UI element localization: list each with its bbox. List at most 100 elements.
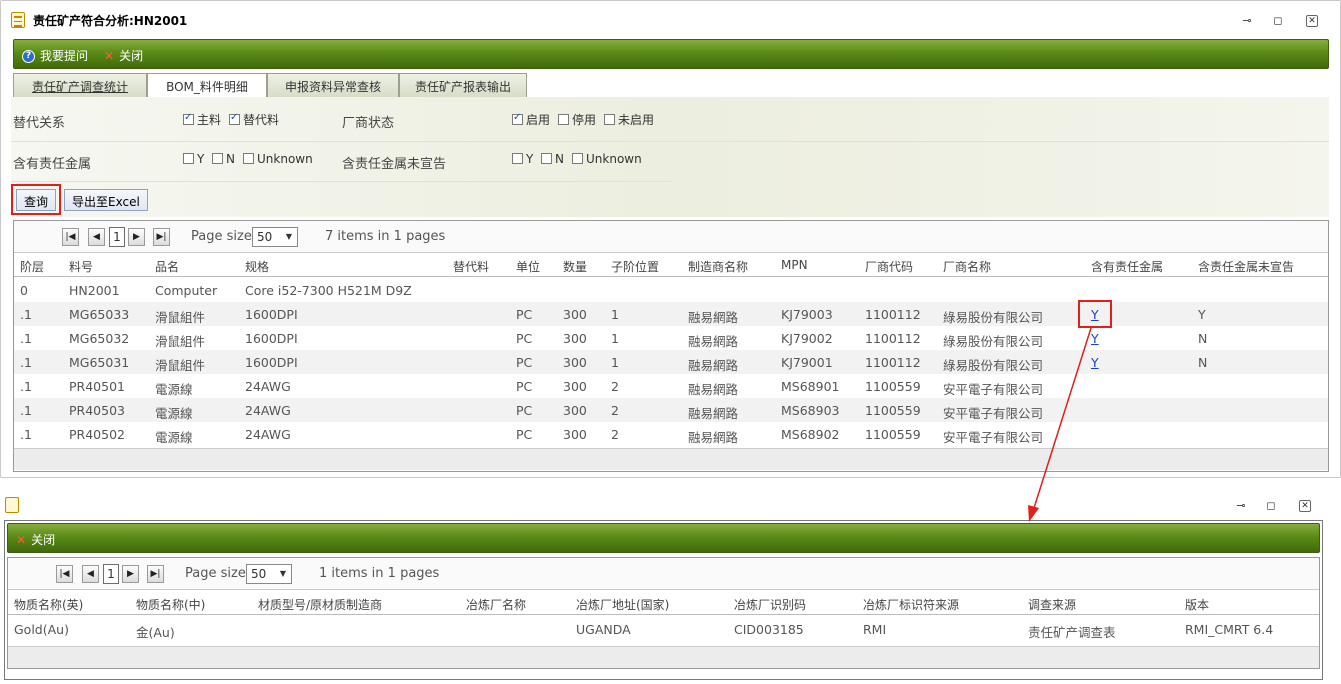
column-header[interactable]: 料号	[69, 258, 93, 275]
tab-declaration-check[interactable]: 申报资料异常查核	[267, 73, 399, 97]
tab-bom-details[interactable]: BOM_料件明细	[147, 73, 267, 98]
substitute-label: 替代关系	[13, 116, 66, 131]
undeclared-y-checkbox[interactable]: Y	[512, 152, 533, 166]
column-header[interactable]: 冶炼厂名称	[466, 596, 526, 613]
column-header[interactable]: 冶炼厂地址(国家)	[576, 596, 669, 613]
pin-icon[interactable]: ⊸	[1241, 15, 1253, 27]
table-row[interactable]: Gold(Au) 金(Au) UGANDA CID003185 RMI 责任矿产…	[8, 617, 1319, 641]
table-row[interactable]: 0 HN2001 Computer Core i52-7300 H521M D9Z	[14, 278, 1328, 302]
cell: 綠易股份有限公司	[943, 358, 1044, 373]
cell: PC	[516, 331, 533, 346]
table-row[interactable]: .1 PR40501 電源線 24AWG PC 300 2 融易網路 MS68901 110055…	[14, 374, 1328, 398]
column-header[interactable]: 替代料	[453, 258, 489, 275]
metal-link[interactable]: Y	[1091, 331, 1099, 346]
table-row[interactable]: .1 MG65033 滑鼠組件 1600DPI PC 300 1 融易網路 KJ79003 110…	[14, 302, 1328, 326]
grid-footer	[8, 646, 1319, 668]
close-window-icon[interactable]: ✕	[1306, 15, 1318, 27]
column-header[interactable]: 品名	[155, 258, 179, 275]
column-header[interactable]: 物质名称(英)	[14, 596, 83, 613]
cell: 1100112	[865, 355, 921, 370]
table-row[interactable]: .1 MG65032 滑鼠組件 1600DPI PC 300 1 融易網路 KJ79002 110…	[14, 326, 1328, 350]
page-size-select[interactable]: 50 ▼	[252, 227, 298, 247]
substitute-checkbox[interactable]: 替代料	[229, 111, 279, 128]
checkbox-icon	[243, 153, 254, 164]
column-header[interactable]: 单位	[516, 258, 540, 275]
column-header[interactable]: 冶炼厂识别码	[734, 596, 806, 613]
column-header[interactable]: 制造商名称	[688, 258, 748, 275]
close-window-icon[interactable]: ✕	[1299, 500, 1311, 512]
maximize-icon[interactable]: ◻	[1265, 500, 1277, 512]
column-header[interactable]: 数量	[563, 258, 587, 275]
column-header[interactable]: 含责任金属未宣告	[1198, 258, 1294, 275]
cell: PC	[516, 427, 533, 442]
main-checkbox[interactable]: 主料	[183, 111, 221, 128]
cell: 300	[563, 331, 587, 346]
cell: 滑鼠組件	[155, 358, 206, 373]
column-header[interactable]: 冶炼厂标识符来源	[863, 596, 959, 613]
export-excel-button[interactable]: 导出至Excel	[64, 189, 148, 211]
last-page-icon[interactable]: ▶|	[153, 228, 170, 246]
cell: 1100559	[865, 379, 921, 394]
metal-unknown-checkbox[interactable]: Unknown	[243, 152, 313, 166]
table-row[interactable]: .1 PR40502 電源線 24AWG PC 300 2 融易網路 MS68902 110055…	[14, 422, 1328, 446]
cell: 綠易股份有限公司	[943, 334, 1044, 349]
column-header[interactable]: 阶层	[20, 258, 44, 275]
close-button[interactable]: ✕ 关闭	[16, 531, 55, 548]
metal-n-checkbox[interactable]: N	[212, 152, 235, 166]
maximize-icon[interactable]: ◻	[1272, 15, 1284, 27]
cell: N	[1198, 355, 1208, 370]
bom-grid: |◀ ◀ 1 ▶ ▶| Page size: 50 ▼ 7 items in 1 …	[13, 220, 1329, 472]
page-number[interactable]: 1	[103, 564, 119, 584]
table-row[interactable]: .1 PR40503 電源線 24AWG PC 300 2 融易網路 MS68903 110055…	[14, 398, 1328, 422]
page-number[interactable]: 1	[109, 227, 125, 247]
prev-page-icon[interactable]: ◀	[82, 565, 99, 583]
not-enabled-checkbox[interactable]: 未启用	[604, 111, 654, 128]
cell: 0	[20, 283, 28, 298]
undeclared-unknown-checkbox[interactable]: Unknown	[572, 152, 642, 166]
enabled-checkbox[interactable]: 启用	[512, 111, 550, 128]
column-header[interactable]: 调查来源	[1028, 596, 1076, 613]
column-header[interactable]: 厂商名称	[943, 258, 991, 275]
last-page-icon[interactable]: ▶|	[147, 565, 164, 583]
column-header[interactable]: 厂商代码	[865, 258, 913, 275]
main-window: 责任矿产符合分析:HN2001 ⊸ ◻ ✕ ? 我要提问 ✕ 关闭 责任矿产调查统计…	[0, 0, 1341, 478]
tab-survey-stats[interactable]: 责任矿产调查统计	[13, 73, 147, 97]
checkbox-label: 未启用	[618, 113, 655, 127]
checkbox-label: 启用	[526, 113, 551, 127]
column-header[interactable]: 材质型号/原材质制造商	[258, 596, 382, 613]
cell: 1	[611, 307, 619, 322]
cell: Y	[1198, 307, 1206, 322]
highlight-box	[1078, 300, 1112, 328]
cell: KJ79003	[781, 307, 833, 322]
metal-link[interactable]: Y	[1091, 355, 1099, 370]
pin-icon[interactable]: ⊸	[1235, 500, 1247, 512]
metal-y-checkbox[interactable]: Y	[183, 152, 204, 166]
tab-report-output[interactable]: 责任矿产报表输出	[399, 73, 527, 97]
cell: 1100559	[865, 427, 921, 442]
column-header[interactable]: 版本	[1185, 596, 1209, 613]
column-header[interactable]: 子阶位置	[611, 258, 659, 275]
undeclared-label: 含责任金属未宣告	[342, 157, 447, 172]
metal-grid: |◀ ◀ 1 ▶ ▶| Page size: 50 ▼ 1 items in 1 …	[7, 557, 1320, 669]
column-header[interactable]: 物质名称(中)	[136, 596, 205, 613]
help-button[interactable]: ? 我要提问	[22, 47, 88, 64]
disabled-checkbox[interactable]: 停用	[558, 111, 596, 128]
cell: 2	[611, 427, 619, 442]
undeclared-n-checkbox[interactable]: N	[541, 152, 564, 166]
cell: PR40501	[69, 379, 125, 394]
next-page-icon[interactable]: ▶	[128, 228, 145, 246]
column-header[interactable]: 规格	[245, 258, 269, 275]
page-size-select[interactable]: 50 ▼	[246, 564, 292, 584]
cell: 24AWG	[245, 403, 291, 418]
pager-summary: 1 items in 1 pages	[319, 566, 440, 581]
cell: 安平電子有限公司	[943, 406, 1044, 421]
close-button[interactable]: ✕ 关闭	[104, 47, 143, 64]
table-row[interactable]: .1 MG65031 滑鼠組件 1600DPI PC 300 1 融易網路 KJ79001 110…	[14, 350, 1328, 374]
detail-toolbar: ✕ 关闭	[7, 523, 1320, 553]
column-header[interactable]: MPN	[781, 258, 808, 272]
first-page-icon[interactable]: |◀	[62, 228, 79, 246]
prev-page-icon[interactable]: ◀	[88, 228, 105, 246]
first-page-icon[interactable]: |◀	[56, 565, 73, 583]
next-page-icon[interactable]: ▶	[122, 565, 139, 583]
column-header[interactable]: 含有责任金属	[1091, 258, 1163, 275]
